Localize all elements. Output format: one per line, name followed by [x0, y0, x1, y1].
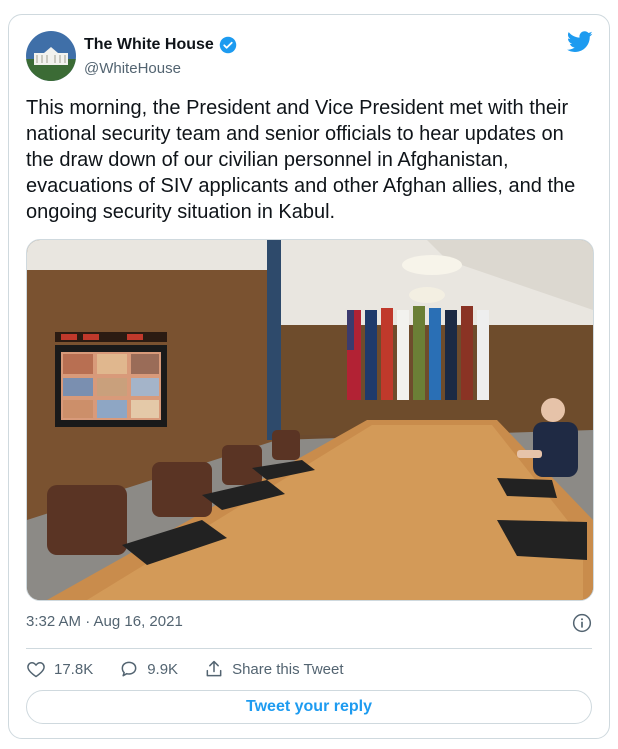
tweet-actions: 17.8K 9.9K Share this Tweet — [26, 657, 370, 681]
author-name-row[interactable]: The White House — [84, 36, 237, 54]
share-icon — [206, 660, 222, 677]
tweet-reply-button[interactable]: Tweet your reply — [26, 690, 592, 724]
tweet-photo[interactable] — [26, 239, 594, 601]
reply-count-button[interactable]: 9.9K — [119, 659, 178, 679]
author-handle[interactable]: @WhiteHouse — [84, 60, 181, 77]
reply-count: 9.9K — [147, 660, 179, 678]
tweet-card: The White House @WhiteHouse This morning… — [8, 14, 610, 739]
share-label: Share this Tweet — [232, 660, 344, 678]
twitter-bird-icon[interactable] — [567, 31, 593, 53]
author-name[interactable]: The White House — [84, 36, 214, 54]
verified-badge-icon — [219, 36, 237, 54]
tweet-timestamp[interactable]: 3:32 AM · Aug 16, 2021 — [26, 613, 183, 630]
tweet-text: This morning, the President and Vice Pre… — [26, 97, 576, 223]
avatar[interactable] — [26, 31, 76, 81]
divider — [26, 648, 592, 649]
like-count: 17.8K — [54, 660, 94, 678]
heart-icon — [27, 661, 45, 678]
comment-icon — [121, 661, 137, 677]
info-icon[interactable] — [572, 613, 592, 633]
like-button[interactable]: 17.8K — [26, 659, 93, 679]
share-button[interactable]: Share this Tweet — [204, 659, 344, 679]
